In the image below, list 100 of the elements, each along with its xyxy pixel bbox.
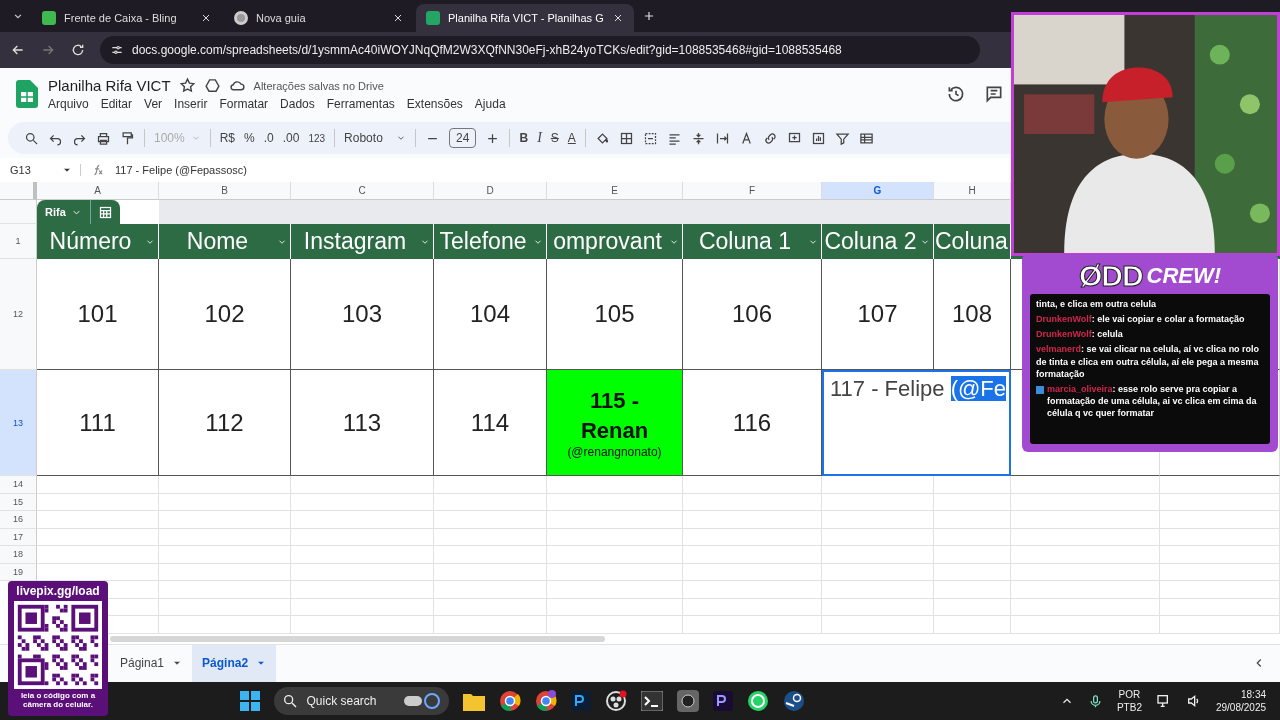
chat-message: velmanerd: se vai clicar na celula, aí vc clica no rolo de tinta e clica em outra célula, aí ele pega a mesma formatação [1036,343,1261,380]
borders-icon[interactable] [618,130,634,146]
terminal-icon[interactable] [641,691,664,711]
font-select[interactable]: Roboto [344,131,407,145]
menu-item[interactable]: Inserir [174,97,208,111]
name-box[interactable]: G13 [10,164,81,176]
percent-format-button[interactable]: % [244,131,255,145]
reload-icon[interactable] [70,42,86,58]
row-number[interactable]: 13 [0,370,37,476]
menu-item[interactable]: Dados [280,97,315,111]
clock[interactable]: 18:34 29/08/2025 [1215,688,1266,714]
close-icon[interactable] [392,12,404,24]
browser-tab[interactable]: Frente de Caixa - Bling [32,4,222,32]
sheet-tab[interactable]: Página2 [192,644,277,682]
sheets-logo-icon[interactable] [16,80,38,108]
row-number[interactable]: 12 [0,259,37,370]
table-cell: 101 [37,259,159,370]
table-cell: 107 [822,259,934,370]
history-icon[interactable] [946,84,966,104]
browser-tab[interactable]: Nova guia [224,4,414,32]
column-header-cell[interactable]: Coluna 1 [683,224,822,259]
row-number[interactable]: 18 [0,546,37,564]
column-header-cell[interactable]: Número [37,224,159,259]
print-icon[interactable] [96,130,111,146]
bold-button[interactable]: B [519,131,529,145]
comments-icon[interactable] [984,84,1004,104]
table-cell: 103 [291,259,434,370]
column-header[interactable]: E [547,182,683,200]
address-field[interactable]: docs.google.com/spreadsheets/d/1ysmmAc40iWOYJNqQfM2W3XQfNN30eFj-xhB24yoTCKs/edit?gid=1088535468#gid=1088535468 [100,36,980,64]
tab-title: Nova guia [256,12,307,24]
filter-icon[interactable] [834,130,850,146]
document-title[interactable]: Planilha Rifa VICT [48,77,171,94]
decrease-decimal-button[interactable]: .0 [263,131,274,145]
star-icon[interactable] [178,77,196,94]
premiere-icon[interactable] [713,691,734,711]
menu-item[interactable]: Arquivo [48,97,89,111]
windows-start-icon[interactable] [240,691,261,711]
highlighted-cell[interactable]: 115 - Renan (@renangnonato) [547,370,683,476]
close-icon[interactable] [200,12,212,24]
sheet-tab[interactable]: Página1 [110,644,193,682]
paint-roller-icon[interactable] [120,130,135,146]
search-icon[interactable] [24,130,39,146]
camera-app-icon[interactable] [677,690,700,712]
chrome-icon[interactable] [499,690,522,712]
column-header-cell[interactable]: Coluna 2 [822,224,934,259]
row-number[interactable]: 16 [0,511,37,529]
column-header[interactable]: A [37,182,159,200]
move-to-drive-icon[interactable] [203,77,221,94]
table-icon[interactable] [858,130,874,146]
link-icon[interactable] [762,130,778,146]
column-header-cell[interactable]: Telefone [434,224,547,259]
row-number[interactable]: 14 [0,476,37,494]
increase-decimal-button[interactable]: .00 [282,131,300,145]
tab-title: Frente de Caixa - Bling [64,12,178,24]
formula-field[interactable]: 117 - Felipe (@Fepassosc) [115,164,247,176]
scrollbar[interactable] [110,635,605,642]
table-cell: 106 [683,259,822,370]
table-menu-icon[interactable] [90,200,120,224]
menu-item[interactable]: Editar [100,97,133,111]
chat-message: DrunkenWolf: ele vai copiar e colar a formatação [1036,313,1245,326]
menu-item[interactable]: Extensões [406,97,463,111]
fill-bucket-icon[interactable] [594,130,610,146]
menu-item[interactable]: Ferramentas [326,97,395,111]
menu-item[interactable]: Ajuda [474,97,506,111]
chrome-icon[interactable] [535,690,558,712]
column-header-cell[interactable]: Nome [159,224,291,259]
text-color-button[interactable]: A [567,131,576,145]
strikethrough-button[interactable]: S [550,131,559,145]
active-cell[interactable]: 117 - Felipe (@Fe [822,370,1011,476]
qr-url: livepix.gg/load [16,584,100,598]
column-header[interactable]: C [291,182,434,200]
column-header-cell[interactable]: omprovant [547,224,683,259]
obs-icon[interactable] [605,690,628,712]
column-header[interactable]: B [159,182,291,200]
photoshop-icon[interactable] [571,691,592,711]
row-number[interactable]: 1 [0,224,37,259]
logo-text: CREW! [1146,263,1222,289]
column-header[interactable]: G [822,182,934,200]
italic-button[interactable]: I [537,130,542,146]
column-header[interactable]: F [683,182,822,200]
chart-icon[interactable] [810,130,826,146]
site-settings-icon[interactable] [110,43,124,57]
column-header-cell[interactable]: Coluna [934,224,1011,259]
column-header[interactable]: H [934,182,1011,200]
column-header-cell[interactable]: Instagram [291,224,434,259]
number-format-button[interactable]: 123 [308,132,326,144]
column-header[interactable]: D [434,182,547,200]
whatsapp-icon[interactable] [747,690,770,712]
menu-item[interactable]: Formatar [219,97,269,111]
currency-format-button[interactable]: R$ [219,131,236,145]
table-name-chip[interactable]: Rifa [37,200,91,224]
table-cell: 108 [934,259,1011,370]
folder-icon[interactable] [463,691,486,711]
menu-item[interactable]: Ver [144,97,163,111]
keyboard-language[interactable]: POR PTB2 [1116,688,1142,714]
merge-icon[interactable] [642,130,658,146]
search-field[interactable]: Quick search [274,687,450,715]
browser-tab[interactable]: Planilha Rifa VICT - Planilhas G [416,4,634,32]
font-size-field[interactable]: 24 [449,128,477,148]
steam-icon[interactable] [783,690,806,712]
